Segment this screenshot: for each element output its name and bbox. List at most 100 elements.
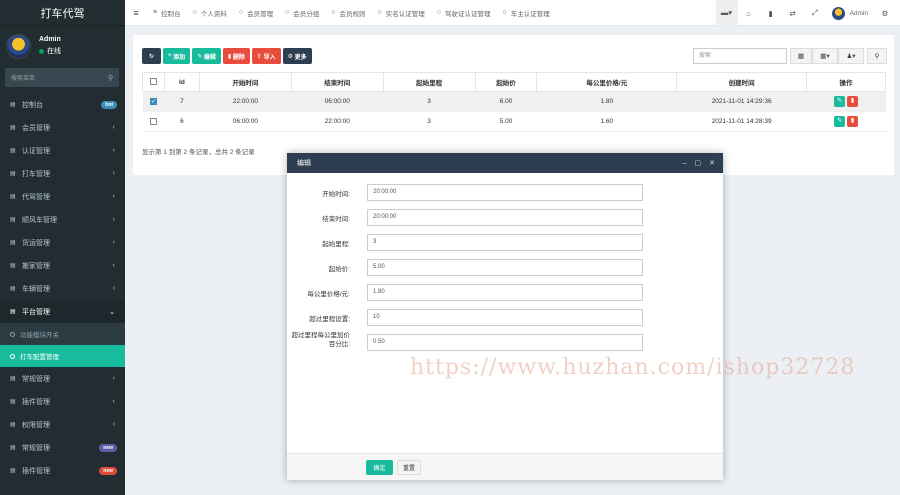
table-row[interactable]: 6 06:00:00 22:00:00 3 5.00 1.60 2021-11-… (142, 111, 886, 132)
start-price-field[interactable]: 5.00 (367, 259, 643, 276)
sidebar-item-plugin-2[interactable]: ▤ 插件管理 new (0, 459, 125, 482)
column-header[interactable]: 起始里程 (382, 72, 476, 92)
delete-button[interactable]: ▮ 删除 (222, 48, 250, 64)
cell-created-time: 2021-11-01 14:28:39 (676, 111, 807, 132)
column-header[interactable]: 每公里价格/元 (536, 72, 678, 92)
user-icon: ♟▾ (846, 53, 856, 60)
list-icon: ▤ (10, 263, 16, 269)
close-icon[interactable]: ✕ (709, 159, 715, 167)
toolbar: ↻ + 添加 ✎ 编辑 ▮ 删除 ⇪ 导入 ⚙ 更多 (142, 48, 314, 64)
toggle-view-button[interactable]: ▦ (790, 48, 812, 64)
sidebar-item-moving[interactable]: ▤ 搬家管理 ‹ (0, 254, 125, 277)
start-time-field[interactable]: 20:00:00 (367, 184, 643, 201)
sidebar-item-vehicle[interactable]: ▤ 车辆管理 ‹ (0, 277, 125, 300)
sidebar-item-general-2[interactable]: ▤ 常规管理 new (0, 436, 125, 459)
cell-price-per-km: 1.80 (536, 91, 677, 112)
reset-button[interactable]: 重置 (397, 460, 421, 475)
list-icon: ▤ (10, 309, 16, 315)
row-checkbox[interactable] (142, 111, 165, 132)
tab-member-group[interactable]: ○ 会员分组 (279, 0, 325, 26)
app-brand[interactable]: 打车代驾 (0, 0, 125, 26)
form-row-start-mileage: 起始里程: 3 (287, 234, 723, 252)
chevron-left-icon: ‹ (112, 124, 115, 131)
export-button[interactable]: ♟▾ (838, 48, 864, 64)
row-edit-button[interactable]: ✎ (834, 116, 846, 127)
start-time-label: 开始时间: (322, 191, 350, 198)
column-header[interactable]: 开始时间 (198, 72, 292, 92)
over-mileage-label: 超过里程设置: (309, 316, 350, 323)
row-checkbox[interactable]: ✓ (142, 91, 165, 112)
chevron-left-icon: ‹ (112, 262, 115, 269)
modal-header: 编辑 – ▢ ✕ (287, 153, 723, 173)
table-search-input[interactable]: 搜索 (693, 48, 787, 64)
sidebar-item-driver[interactable]: ▤ 代驾管理 ‹ (0, 185, 125, 208)
add-button[interactable]: + 添加 (163, 48, 191, 64)
refresh-button[interactable]: ↻ (142, 48, 161, 64)
gears-icon[interactable]: ⚙ (874, 9, 896, 18)
translate-icon[interactable]: ⇄ (782, 9, 804, 18)
column-header[interactable]: 起始价 (474, 72, 538, 92)
tab-owner-auth[interactable]: ○ 车主认证管理 (497, 0, 556, 26)
tabs-dropdown-icon[interactable]: ▬▾ (715, 0, 738, 26)
more-button[interactable]: ⚙ 更多 (282, 48, 312, 64)
column-header[interactable]: 创建时间 (676, 72, 808, 92)
start-mileage-field[interactable]: 3 (367, 234, 643, 251)
cell-start-mileage: 3 (383, 91, 476, 112)
checkbox-checked-icon: ✓ (149, 97, 157, 105)
sidebar-item-dashboard[interactable]: ▤ 控制台 hot (0, 93, 125, 116)
user-menu[interactable]: Admin (826, 6, 874, 20)
tab-profile[interactable]: ○ 个人资料 (187, 0, 233, 26)
list-icon: ▤ (10, 148, 16, 154)
search-icon: ⚲ (107, 74, 113, 82)
sidebar-item-auth[interactable]: ▤ 认证管理 ‹ (0, 139, 125, 162)
checkbox-icon (149, 78, 157, 86)
sidebar-item-freight[interactable]: ▤ 货运管理 ‹ (0, 231, 125, 254)
row-delete-button[interactable]: ▮ (847, 116, 859, 127)
circle-icon: ○ (238, 9, 244, 16)
trash-icon[interactable]: ▮ (760, 9, 782, 18)
minimize-icon[interactable]: – (683, 160, 687, 167)
columns-button[interactable]: ▦▾ (812, 48, 838, 64)
sidebar-subitem-taxi-config[interactable]: 打车配置管理 (0, 345, 125, 367)
sidebar-item-carpool[interactable]: ▤ 顺风车管理 ‹ (0, 208, 125, 231)
sidebar-subitem-feature-switch[interactable]: 功能模块开关 (0, 323, 125, 345)
column-header[interactable]: Id (163, 72, 200, 92)
sidebar-item-plugin-1[interactable]: ▤ 插件管理 ‹ (0, 390, 125, 413)
tab-realname-auth[interactable]: ○ 实名认证管理 (372, 0, 431, 26)
price-per-km-field[interactable]: 1.80 (367, 284, 643, 301)
sidebar-item-permission[interactable]: ▤ 权限管理 ‹ (0, 413, 125, 436)
row-delete-button[interactable]: ▮ (847, 96, 859, 107)
import-button[interactable]: ⇪ 导入 (251, 48, 281, 64)
column-header[interactable]: 结束时间 (290, 72, 384, 92)
cell-created-time: 2021-11-01 14:29:36 (676, 91, 807, 112)
tab-member-rule[interactable]: ○ 会员规则 (325, 0, 371, 26)
end-time-field[interactable]: 20:00:00 (367, 209, 643, 226)
chevron-left-icon: ‹ (112, 239, 115, 246)
tab-member[interactable]: ○ 会员管理 (233, 0, 279, 26)
home-icon[interactable]: ⌂ (738, 9, 760, 18)
maximize-icon[interactable]: ▢ (695, 159, 702, 167)
sidebar-item-member[interactable]: ▤ 会员管理 ‹ (0, 116, 125, 139)
sidebar-toggle-icon[interactable]: ≡ (125, 8, 147, 18)
edit-button[interactable]: ✎ 编辑 (192, 48, 221, 64)
sidebar-item-platform[interactable]: ▤ 平台管理 ⌄ (0, 300, 125, 323)
list-icon: ▤ (10, 422, 16, 428)
user-panel: Admin 在线 (0, 26, 125, 66)
sidebar-search-input[interactable]: 搜索菜单 ⚲ (5, 68, 119, 87)
tab-dashboard[interactable]: ≡ 控制台 (147, 0, 187, 26)
form-row-start-price: 起始价: 5.00 (287, 259, 723, 277)
chevron-left-icon: ‹ (112, 421, 115, 428)
sidebar-item-general-1[interactable]: ▤ 常规管理 ‹ (0, 367, 125, 390)
sidebar-item-taxi[interactable]: ▤ 打车管理 ‹ (0, 162, 125, 185)
form-row-over-mileage-percent: 超过里程每公里加价百分比: 0.50 (287, 332, 723, 352)
table-row[interactable]: ✓ 7 22:00:00 06:00:00 3 6.00 1.80 2021-1… (142, 91, 886, 112)
confirm-button[interactable]: 确定 (366, 460, 393, 475)
over-mileage-percent-field[interactable]: 0.50 (367, 334, 643, 351)
tab-license-auth[interactable]: ○ 驾驶证认证管理 (431, 0, 497, 26)
over-mileage-field[interactable]: 10 (367, 309, 643, 326)
select-all-checkbox[interactable] (142, 72, 165, 92)
top-nav: ≡ ≡ 控制台 ○ 个人资料 ○ 会员管理 ○ 会员分组 ○ 会员规则 ○ 实名认证管理 ○… (125, 0, 900, 26)
fullscreen-icon[interactable]: ⤢ (804, 8, 826, 18)
row-edit-button[interactable]: ✎ (834, 96, 846, 107)
advanced-search-button[interactable]: ⚲ (867, 48, 887, 64)
